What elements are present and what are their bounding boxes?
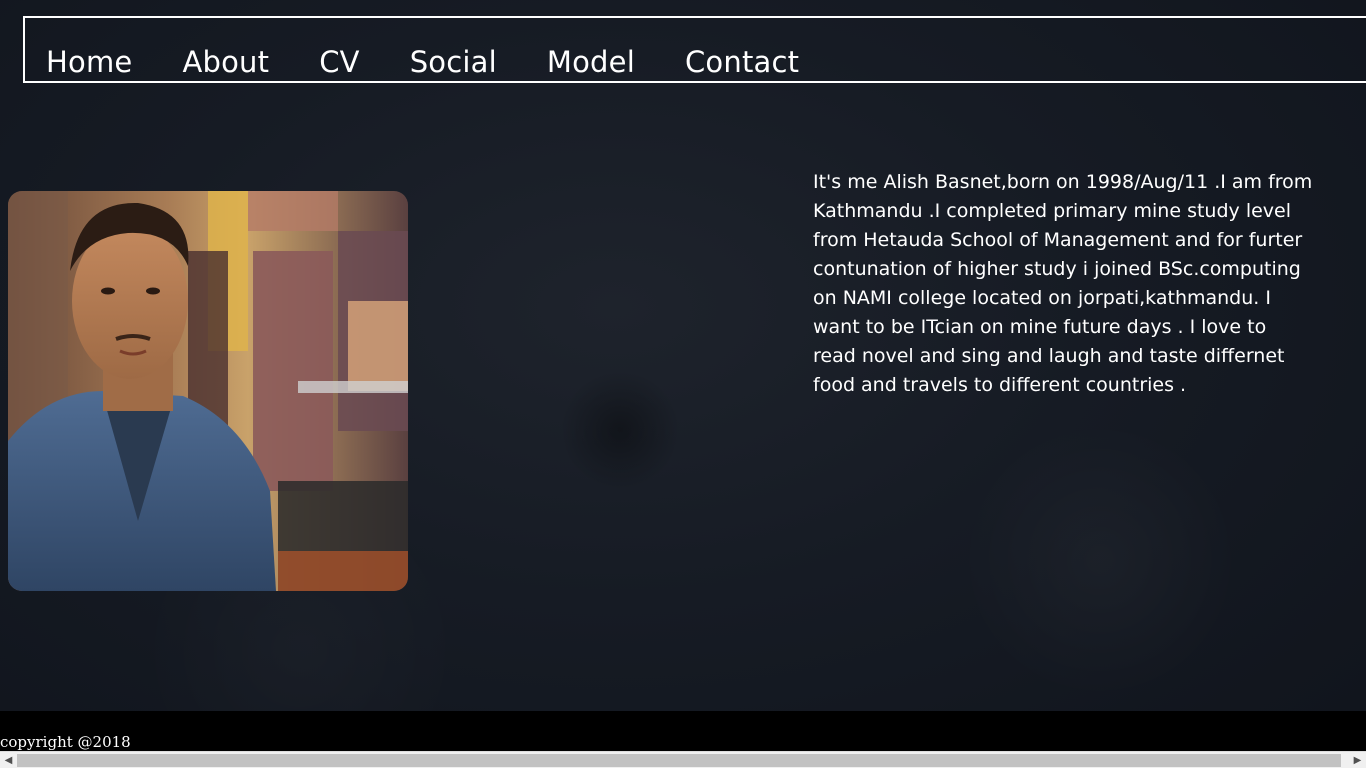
arrow-left-icon[interactable]: ◀ [0,752,17,768]
footer: copyright @2018 [0,711,1366,751]
scrollbar-thumb[interactable] [17,754,1341,767]
profile-photo [8,191,408,591]
profile-photo-illustration [8,191,408,591]
main-navbar: Home About CV Social Model Contact [23,16,1366,83]
nav-cv-link[interactable]: CV [319,45,360,79]
horizontal-scrollbar[interactable]: ◀ ▶ [0,751,1366,768]
nav-about-link[interactable]: About [182,45,269,79]
arrow-right-icon[interactable]: ▶ [1349,752,1366,768]
bio-text: It's me Alish Basnet,born on 1998/Aug/11… [813,171,1313,396]
nav-model-link[interactable]: Model [547,45,635,79]
nav-social-link[interactable]: Social [410,45,497,79]
copyright-text: copyright @2018 [0,733,131,751]
nav-contact-link[interactable]: Contact [685,45,799,79]
nav-list: Home About CV Social Model Contact [46,44,849,80]
nav-home-link[interactable]: Home [46,45,132,79]
